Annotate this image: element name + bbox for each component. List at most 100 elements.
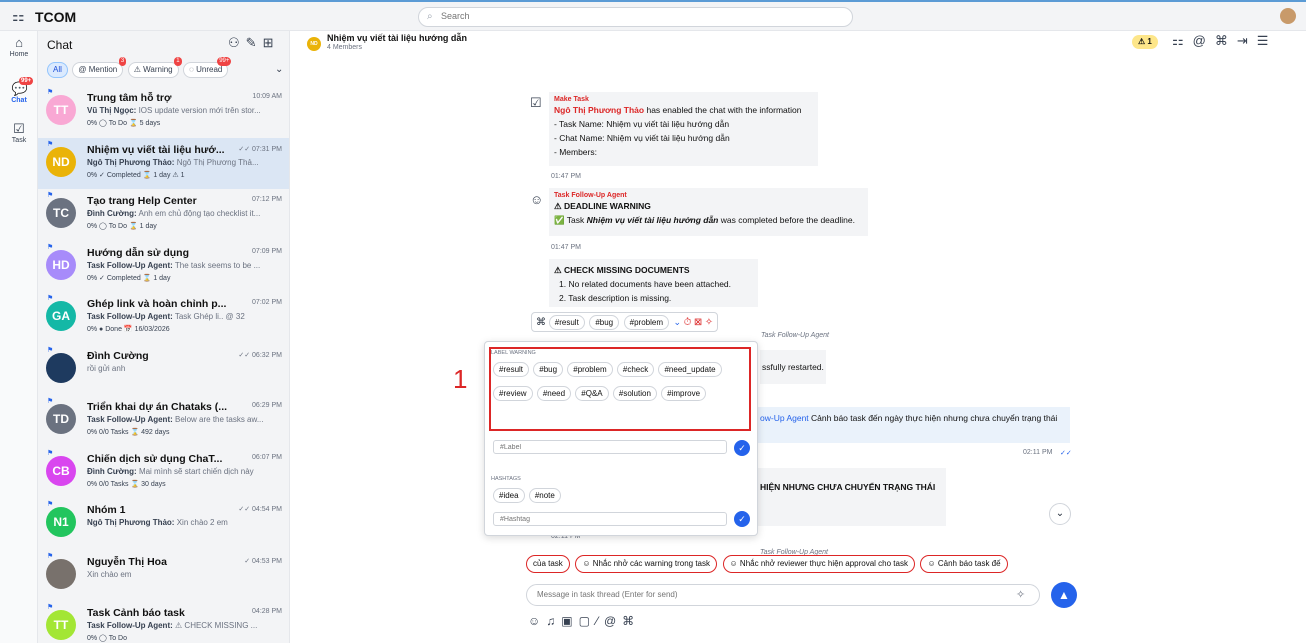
tag-icon[interactable]: ⌘ (536, 317, 549, 328)
conversation-item[interactable]: ⚑ TC Tạo trang Help Center 07:12 PM Đình Cườ… (38, 189, 289, 240)
label-chip[interactable]: #bug (533, 362, 564, 377)
flag-icon: ⚑ (47, 552, 54, 560)
chat-list-title: Chat (47, 38, 73, 52)
tag-icon[interactable]: ⌘ (1215, 33, 1237, 48)
add-member-icon[interactable]: ⚇ (228, 35, 246, 50)
sparkle-icon[interactable]: ✧ (1016, 588, 1025, 601)
alarm-icon[interactable]: ⏱ (684, 317, 692, 328)
tag-icon[interactable]: ⌘ (622, 614, 640, 628)
label-chip[interactable]: #solution (612, 386, 657, 401)
app-grid-icon[interactable]: ⚏ (12, 9, 26, 23)
label-chip[interactable]: #improve (661, 386, 707, 401)
preview-sender: Ngô Thị Phương Thảo: (87, 157, 175, 167)
menu-icon[interactable]: ☰ (1257, 33, 1278, 48)
at-icon[interactable]: @ (604, 614, 622, 628)
message-partial-restart: ssfully restarted. (760, 350, 826, 384)
conversation-item[interactable]: ⚑ TD Triển khai dự án Chataks (... 06:29 PM… (38, 395, 289, 446)
preview-text: rồi gửi anh (87, 363, 126, 373)
filter-unread[interactable]: ◌ Unread 99+ (183, 57, 232, 78)
at-icon[interactable]: @ (1193, 33, 1215, 48)
send-button[interactable]: ▲ (1051, 582, 1077, 608)
make-task-bot-icon: ☑ (530, 95, 542, 110)
label-chip[interactable]: #Q&A (575, 386, 609, 401)
filter-mention[interactable]: @ Mention 3 (72, 57, 127, 78)
conversation-item[interactable]: ⚑ ND Nhiệm vụ viết tài liệu hướ... ✓✓ 07:31… (38, 137, 289, 189)
mic-icon[interactable]: ♫ (546, 614, 561, 628)
conversation-name: Trung tâm hỗ trợ (87, 92, 172, 104)
chevron-down-icon[interactable]: ⌄ (275, 64, 283, 75)
confirm-hashtag-button[interactable]: ✓ (734, 511, 750, 527)
slash-command-icon[interactable]: ⁄ (596, 614, 604, 628)
conversation-time: 07:09 PM (252, 247, 282, 255)
group-name[interactable]: Nhiệm vụ viết tài liệu hướng dẫn (327, 33, 467, 43)
tag-chip[interactable]: #problem (623, 315, 669, 330)
conversation-preview: Task Follow-Up Agent: The task seems to … (87, 261, 282, 270)
conversation-time: 07:12 PM (252, 196, 282, 203)
label-chip[interactable]: #need_update (658, 362, 722, 377)
scroll-down-button[interactable]: ⌄ (1049, 503, 1071, 525)
rail-chat[interactable]: 💬 99+ Chat (0, 77, 38, 104)
task-name: Nhiệm vụ viết tài liệu hướng dẫn (586, 215, 719, 225)
hashtag-chip[interactable]: #idea (493, 488, 525, 503)
label-chip[interactable]: #problem (567, 362, 613, 377)
label-row-1: #result #bug #problem #check #need_updat… (493, 362, 724, 377)
search-input[interactable] (441, 11, 841, 21)
tag-chip[interactable]: #result (548, 315, 585, 330)
top-bar: ⚏ TCOM ⌕ (0, 0, 1306, 31)
quick-action-button[interactable]: của task (526, 555, 570, 573)
rail-chat-label: Chat (11, 97, 27, 104)
message-time: 02:11 PM (1023, 449, 1053, 456)
message-composer[interactable]: ✧ (526, 584, 1040, 606)
flag-icon: ⚑ (47, 89, 54, 96)
conversation-meta: 0% ✓ Completed ⌛ 1 day ⚠ 1 (87, 171, 185, 179)
hashtag-chip[interactable]: #note (528, 488, 561, 503)
rail-task[interactable]: ☑ Task (0, 121, 38, 144)
conversation-item[interactable]: ⚑ Đình Cường ✓✓ 06:32 PM rồi gửi anh (38, 344, 289, 395)
file-icon[interactable]: ▢ (579, 614, 596, 628)
apps-icon[interactable]: ⚏ (1172, 33, 1193, 48)
conversation-item[interactable]: ⚑ Nguyễn Thị Hoa ✓ 04:53 PM Xin chào em (38, 550, 289, 601)
avatar: TT (46, 610, 76, 640)
quick-action-button[interactable]: ☺ Cảnh báo task đế (920, 555, 1008, 573)
chevron-down-icon[interactable]: ⌄ (674, 317, 682, 327)
confirm-label-button[interactable]: ✓ (734, 440, 750, 456)
quick-action-button[interactable]: ☺ Nhắc nhở reviewer thực hiện approval c… (722, 555, 915, 573)
message-input[interactable] (537, 590, 997, 599)
exit-icon[interactable]: ⇥ (1237, 33, 1257, 48)
group-members[interactable]: 4 Members (327, 44, 362, 51)
conversation-item[interactable]: ⚑ HD Hướng dẫn sử dụng 07:09 PM Task Follow-… (38, 241, 289, 292)
calendar-icon[interactable]: ⊠ (694, 317, 702, 328)
image-icon[interactable]: ▣ (561, 614, 578, 628)
filter-all[interactable]: All (47, 62, 68, 78)
hashtag-input[interactable] (493, 512, 727, 526)
label-chip[interactable]: #check (616, 362, 655, 377)
quick-action-button[interactable]: ☺ Nhắc nhở các warning trong task (575, 555, 718, 573)
tag-chip[interactable]: #bug (589, 315, 620, 330)
conversation-item[interactable]: ⚑ TT Trung tâm hỗ trợ 10:09 AM Vũ Thị Ngọc: … (38, 86, 289, 137)
label-chip[interactable]: #need (536, 386, 572, 401)
conversation-name: Đình Cường (87, 349, 149, 362)
conversation-item[interactable]: ⚑ N1 Nhóm 1 ✓✓ 04:54 PM Ngô Thị Phương Thảo:… (38, 498, 289, 549)
agent-label: Task Follow-Up Agent (761, 332, 829, 339)
label-chip[interactable]: #review (493, 386, 533, 401)
rail-home[interactable]: ⌂ Home (0, 35, 38, 58)
label-input[interactable] (493, 440, 727, 454)
new-group-icon[interactable]: ⊞ (263, 35, 280, 50)
message-text: ssfully restarted. (762, 362, 824, 372)
filter-warning[interactable]: ⚠ Warning 1 (127, 57, 182, 78)
emoji-icon[interactable]: ☺ (528, 614, 546, 628)
mention-name[interactable]: Ngô Thị Phương Thảo (554, 105, 644, 115)
nav-rail: ⌂ Home 💬 99+ Chat ☑ Task (0, 31, 38, 643)
warning-pill[interactable]: ⚠ 1 (1132, 35, 1158, 49)
conversation-item[interactable]: ⚑ GA Ghép link và hoàn chỉnh p... 07:02 PM T… (38, 292, 289, 343)
user-avatar[interactable] (1280, 8, 1296, 24)
conversation-item[interactable]: ⚑ TT Task Cảnh báo task 04:28 PM Task Follow… (38, 601, 289, 643)
compose-icon[interactable]: ✎ (246, 35, 263, 50)
label-chip[interactable]: #result (493, 362, 530, 377)
filter-mention-label: @ Mention (78, 65, 118, 74)
search-box[interactable]: ⌕ (418, 7, 853, 27)
message-line: - Chat Name: Nhiệm vụ viết tài liệu hướn… (554, 133, 730, 143)
sparkle-icon[interactable]: ✧ (705, 317, 713, 328)
agent-mention[interactable]: ow-Up Agent (760, 413, 809, 423)
conversation-item[interactable]: ⚑ CB Chiến dịch sử dụng ChaT... 06:07 PM Đìn… (38, 447, 289, 498)
